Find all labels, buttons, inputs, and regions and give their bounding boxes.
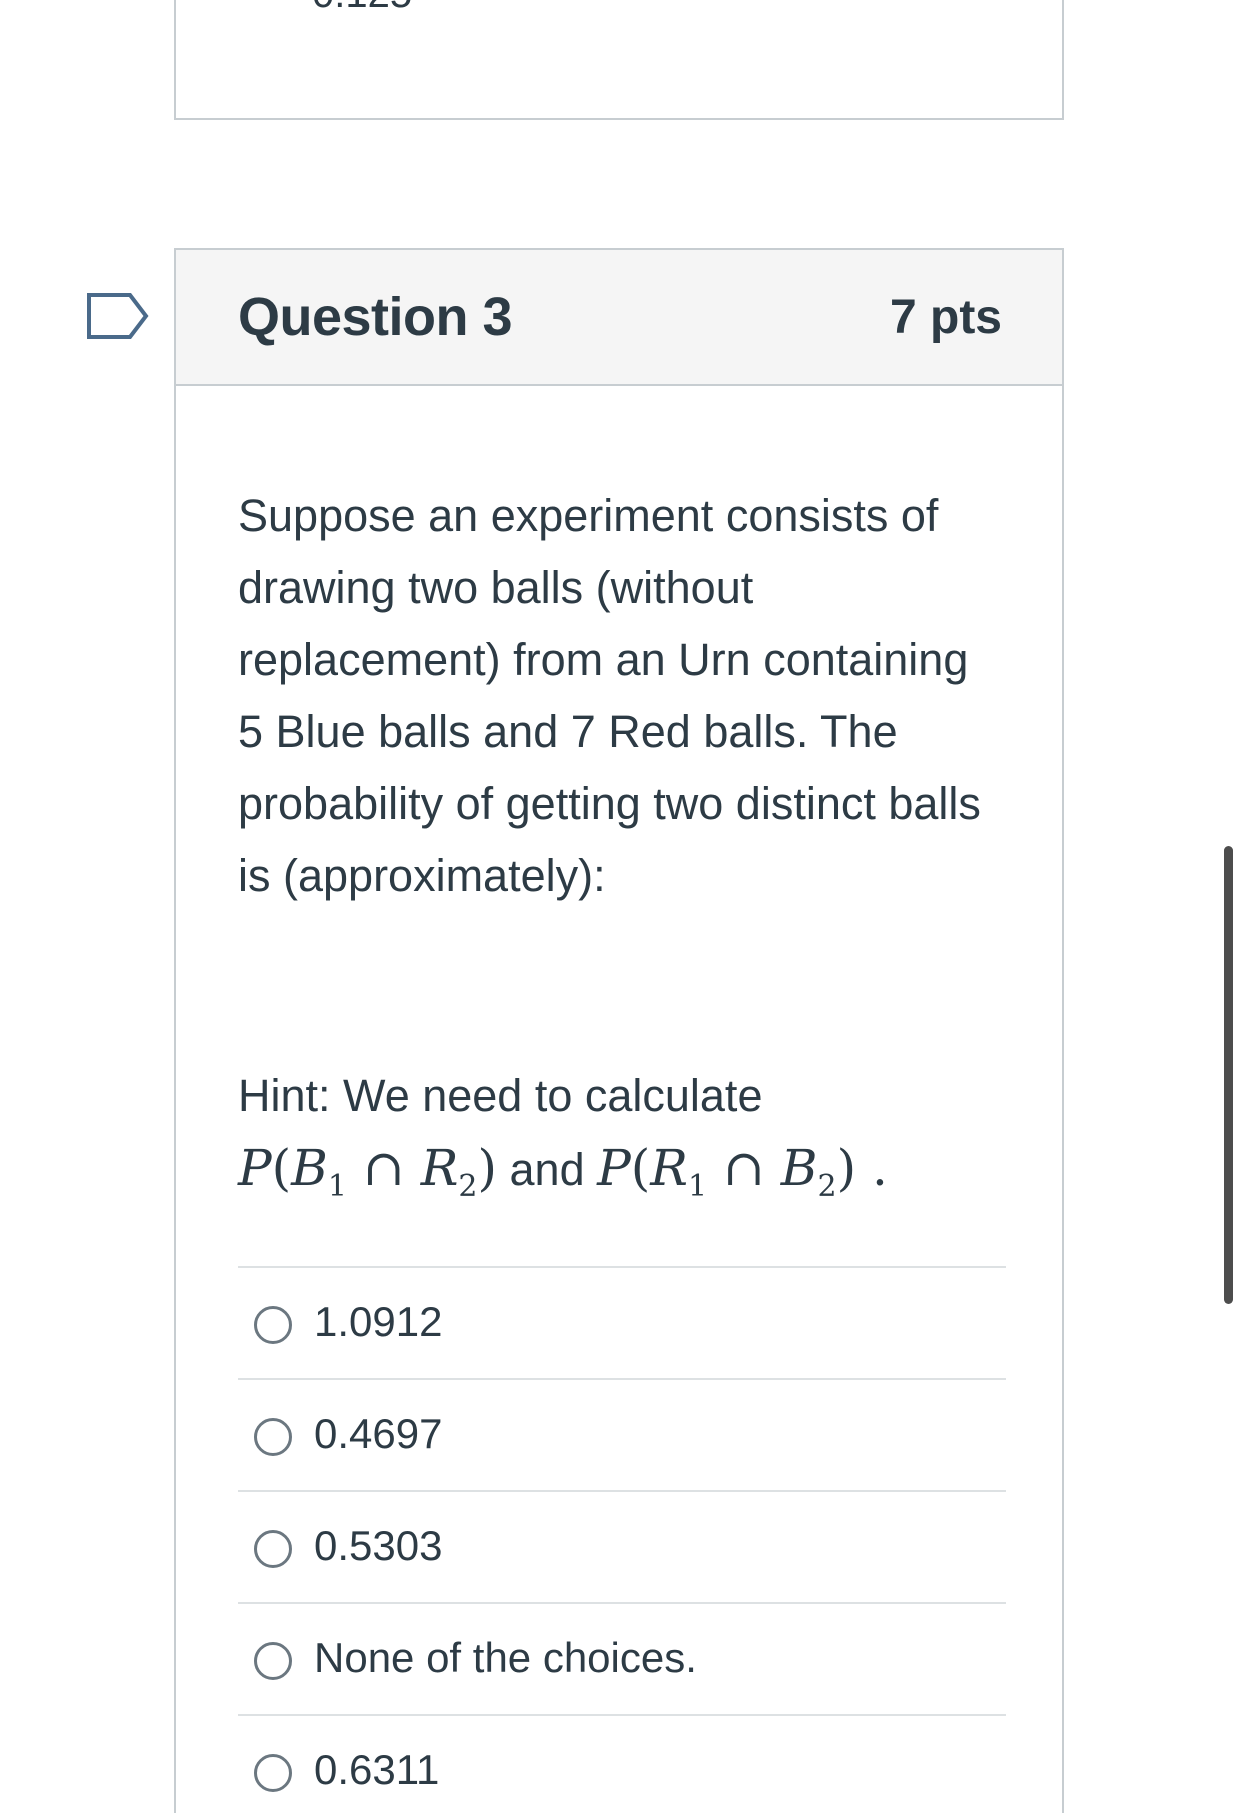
answer-option[interactable]: 0.4697 [238,1378,1006,1490]
question-header: Question 3 7 pts [176,250,1062,386]
question-hint: Hint: We need to calculate P(B1 ∩ R2) an… [238,1060,998,1223]
math-expression-2: P(R1 ∩ B2) . [597,1139,888,1204]
question-title: Question 3 [238,287,513,347]
scrollbar-thumb[interactable] [1224,846,1233,1304]
answer-label: 0.4697 [314,1410,443,1457]
question-text: Suppose an experiment consists of drawin… [238,490,981,901]
answer-label: 1.0912 [314,1298,443,1345]
answer-list: 1.0912 0.4697 0.5303 None of the choices… [238,1266,1006,1813]
quiz-page: 0.125 Question 3 7 pts Suppose an experi… [0,0,1242,1813]
answer-option[interactable]: None of the choices. [238,1602,1006,1714]
hint-and: and [509,1144,585,1195]
question-card: Question 3 7 pts Suppose an experiment c… [174,248,1064,1813]
answer-option[interactable]: 0.6311 [238,1714,1006,1813]
radio-button[interactable] [254,1418,292,1456]
answer-label: None of the choices. [314,1634,697,1681]
previous-question-card: 0.125 [174,0,1064,120]
radio-button[interactable] [254,1754,292,1792]
answer-option[interactable]: 0.5303 [238,1490,1006,1602]
answer-label: 0.5303 [314,1522,443,1569]
answer-label: 0.6311 [314,1746,440,1793]
math-expression-1: P(B1 ∩ R2) [238,1139,497,1204]
flag-outline-icon[interactable] [86,292,150,340]
hint-formula: P(B1 ∩ R2) and P(R1 ∩ B2) . [238,1132,998,1223]
radio-button[interactable] [254,1642,292,1680]
radio-button[interactable] [254,1530,292,1568]
question-points: 7 pts [889,291,1002,344]
answer-option[interactable]: 1.0912 [238,1266,1006,1378]
radio-button[interactable] [254,1306,292,1344]
previous-answer-label: 0.125 [312,0,412,17]
hint-text: Hint: We need to calculate [238,1070,763,1121]
